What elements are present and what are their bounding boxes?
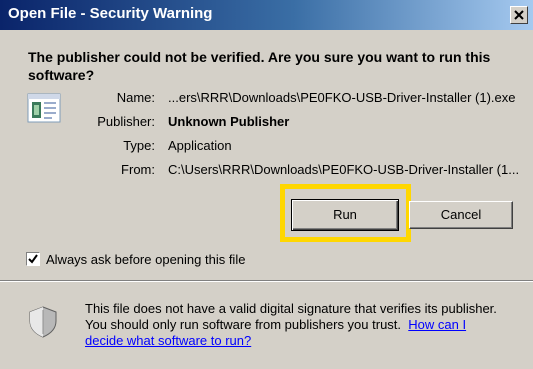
- shield-icon: [29, 306, 57, 338]
- close-button[interactable]: [510, 6, 528, 24]
- publisher-value: Unknown Publisher: [168, 114, 290, 129]
- from-label: From:: [121, 162, 155, 177]
- cancel-button[interactable]: Cancel: [409, 201, 513, 229]
- warning-line-2: You should only run software from publis…: [85, 317, 402, 332]
- help-link-continued[interactable]: decide what software to run?: [85, 333, 251, 348]
- file-icon: [27, 93, 61, 123]
- publisher-label: Publisher:: [97, 114, 155, 129]
- from-value: C:\Users\RRR\Downloads\PE0FKO-USB-Driver…: [168, 162, 520, 177]
- name-label: Name:: [116, 90, 155, 105]
- name-value: ...ers\RRR\Downloads\PE0FKO-USB-Driver-I…: [168, 90, 516, 105]
- window-title: Open File - Security Warning: [8, 5, 213, 22]
- checkmark-icon: [28, 254, 38, 264]
- help-link[interactable]: How can I: [408, 317, 466, 332]
- type-label: Type:: [123, 138, 155, 153]
- headline: The publisher could not be verified. Are…: [28, 49, 491, 83]
- divider: [0, 280, 533, 282]
- run-button[interactable]: Run: [291, 199, 399, 231]
- warning-text: This file does not have a valid digital …: [85, 301, 515, 349]
- security-warning-dialog: Open File - Security Warning The publish…: [0, 0, 533, 369]
- close-icon: [514, 10, 524, 20]
- always-ask-checkbox[interactable]: [26, 252, 40, 266]
- title-bar[interactable]: Open File - Security Warning: [0, 0, 533, 30]
- always-ask-label[interactable]: Always ask before opening this file: [46, 252, 245, 267]
- warning-line-1: This file does not have a valid digital …: [85, 301, 497, 316]
- type-value: Application: [168, 138, 232, 153]
